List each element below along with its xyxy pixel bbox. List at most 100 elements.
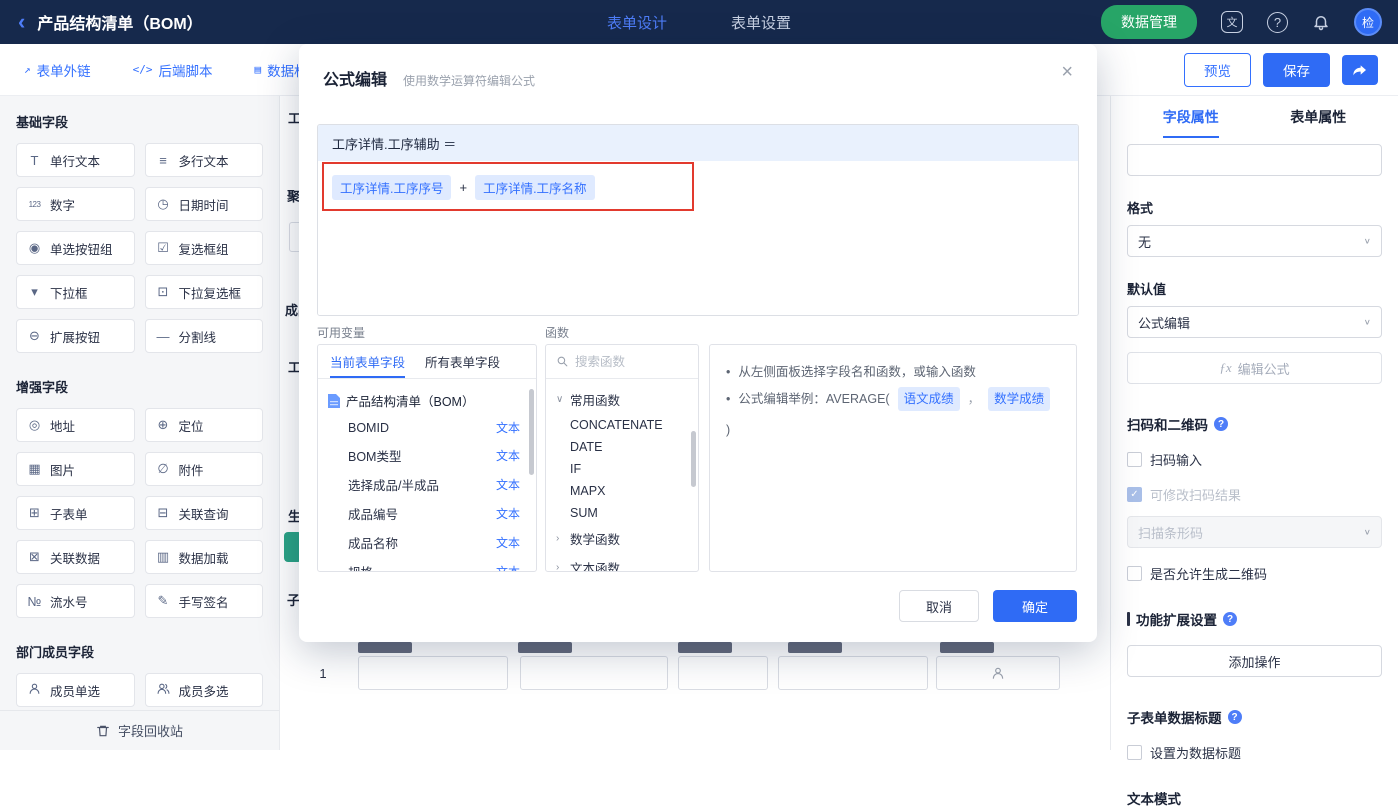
tab-form-settings[interactable]: 表单设置 — [731, 12, 791, 33]
function-group-common[interactable]: ∨ 常用函数 — [546, 385, 698, 414]
sidebar-item-extend-button[interactable]: ⊖ 扩展按钮 — [16, 319, 135, 353]
scrollbar-thumb[interactable] — [529, 389, 534, 475]
help-icon[interactable]: ? — [1227, 710, 1242, 724]
sidebar-item-member-multi[interactable]: 成员多选 — [144, 673, 263, 707]
tree-root-form[interactable]: 产品结构清单（BOM） — [318, 387, 536, 414]
variables-tabs: 当前表单字段 所有表单字段 — [318, 345, 536, 379]
function-item[interactable]: DATE — [546, 436, 698, 458]
formula-tokens: 工序详情.工序序号 + 工序详情.工序名称 — [332, 175, 1064, 200]
formula-operator[interactable]: + — [459, 180, 467, 195]
sidebar-item-radio-group[interactable]: ◉ 单选按钮组 — [16, 231, 135, 265]
function-group-math[interactable]: › 数学函数 — [546, 524, 698, 553]
sidebar-item-multi-select[interactable]: ⊡ 下拉复选框 — [144, 275, 263, 309]
subform-cell-input[interactable] — [358, 656, 508, 690]
search-input[interactable] — [575, 354, 675, 369]
pill-button-icon: ⊖ — [29, 328, 40, 343]
subform-cell-input[interactable] — [520, 656, 668, 690]
help-icon[interactable]: ? — [1214, 417, 1228, 431]
function-group-text[interactable]: › 文本函数 — [546, 553, 698, 571]
variable-row[interactable]: 成品名称 文本 — [318, 528, 536, 557]
function-item[interactable]: SUM — [546, 502, 698, 524]
function-item[interactable]: CONCATENATE — [546, 414, 698, 436]
section-title-enhanced-fields: 增强字段 — [16, 380, 69, 395]
sidebar-item-subform[interactable]: ⊞ 子表单 — [16, 496, 135, 530]
variable-name: 选择成品/半成品 — [348, 479, 439, 493]
sidebar-item-member-single[interactable]: 成员单选 — [16, 673, 135, 707]
sidebar-item-datetime[interactable]: ◷ 日期时间 — [144, 187, 263, 221]
field-label: 数字 — [50, 198, 76, 213]
help-icon[interactable]: ? — [1267, 11, 1288, 33]
preview-button[interactable]: 预览 — [1184, 52, 1251, 87]
field-title-input[interactable] — [1127, 144, 1382, 176]
tab-form-properties[interactable]: 表单属性 — [1290, 96, 1346, 138]
variable-row[interactable]: 规格 文本 — [318, 557, 536, 571]
cancel-button[interactable]: 取消 — [899, 590, 979, 622]
sidebar-item-attachment[interactable]: ∅ 附件 — [144, 452, 263, 486]
bell-icon[interactable] — [1312, 13, 1330, 31]
dropdown-icon: ▾ — [31, 284, 38, 299]
formula-chip[interactable]: 工序详情.工序名称 — [475, 175, 595, 200]
tab-form-design[interactable]: 表单设计 — [607, 12, 667, 33]
sidebar-item-location[interactable]: ⊕ 定位 — [144, 408, 263, 442]
modal-header: 公式编辑 使用数学运算符编辑公式 — [299, 44, 1097, 90]
language-icon[interactable]: 文 — [1221, 11, 1243, 33]
function-search — [546, 345, 698, 379]
variable-row[interactable]: 选择成品/半成品 文本 — [318, 470, 536, 499]
scan-title-text: 扫码和二维码 — [1127, 418, 1208, 433]
sidebar-item-multi-line-text[interactable]: ≡ 多行文本 — [144, 143, 263, 177]
confirm-button[interactable]: 确定 — [993, 590, 1077, 622]
backend-script-link[interactable]: </> 后端脚本 — [133, 60, 213, 80]
formula-chip[interactable]: 工序详情.工序序号 — [332, 175, 452, 200]
sidebar-item-number[interactable]: 123 数字 — [16, 187, 135, 221]
avatar[interactable]: 检 — [1354, 8, 1382, 36]
format-select[interactable]: 无 ∨ — [1127, 225, 1382, 257]
extension-title-text: 功能扩展设置 — [1136, 613, 1217, 628]
help-icon[interactable]: ? — [1223, 612, 1237, 626]
sidebar-item-address[interactable]: ◎ 地址 — [16, 408, 135, 442]
field-label: 关联数据 — [50, 551, 101, 566]
form-external-link[interactable]: ↗ 表单外链 — [24, 60, 91, 80]
sidebar-item-related-data[interactable]: ⊠ 关联数据 — [16, 540, 135, 574]
tab-field-properties[interactable]: 字段属性 — [1162, 96, 1219, 138]
tab-current-form-fields[interactable]: 当前表单字段 — [330, 345, 406, 378]
scan-input-checkbox[interactable]: 扫码输入 — [1127, 450, 1382, 469]
crosshair-icon: ⊕ — [157, 417, 169, 432]
variable-row[interactable]: BOM类型 文本 — [318, 441, 536, 470]
sidebar-item-image[interactable]: ▦ 图片 — [16, 452, 135, 486]
subform-icon: ⊞ — [29, 505, 40, 520]
scrollbar-thumb[interactable] — [691, 431, 696, 487]
subform-cell-member[interactable] — [936, 656, 1060, 690]
sidebar-item-data-load[interactable]: ▥ 数据加载 — [144, 540, 263, 574]
set-data-title-checkbox[interactable]: 设置为数据标题 — [1127, 743, 1382, 762]
share-button[interactable] — [1342, 54, 1378, 85]
variable-row[interactable]: 成品编号 文本 — [318, 499, 536, 528]
edit-formula-button[interactable]: ƒx 编辑公式 — [1127, 352, 1382, 384]
table-header-fragment — [678, 642, 732, 653]
sidebar-item-single-line-text[interactable]: T 单行文本 — [16, 143, 135, 177]
default-value-select[interactable]: 公式编辑 ∨ — [1127, 306, 1382, 338]
tab-all-form-fields[interactable]: 所有表单字段 — [425, 345, 500, 378]
chevron-down-icon: ∨ — [1363, 236, 1371, 246]
tree-root-label: 产品结构清单（BOM） — [346, 395, 475, 409]
sidebar-item-lookup[interactable]: ⊟ 关联查询 — [144, 496, 263, 530]
save-button[interactable]: 保存 — [1263, 52, 1330, 87]
formula-editor-area[interactable]: 工序详情.工序序号 + 工序详情.工序名称 — [318, 161, 1078, 315]
function-item[interactable]: IF — [546, 458, 698, 480]
back-icon[interactable]: ‹ — [18, 11, 25, 33]
sidebar-item-serial-number[interactable]: № 流水号 — [16, 584, 135, 618]
subform-cell-input[interactable] — [678, 656, 768, 690]
sidebar-item-checkbox-group[interactable]: ☑ 复选框组 — [144, 231, 263, 265]
function-item[interactable]: MAPX — [546, 480, 698, 502]
subform-cell-input[interactable] — [778, 656, 928, 690]
variable-row[interactable]: BOMID 文本 — [318, 414, 536, 441]
close-icon[interactable]: × — [1061, 62, 1073, 82]
field-recycle-bin[interactable]: 字段回收站 — [0, 710, 279, 750]
checkbox-label: 可修改扫码结果 — [1150, 488, 1242, 503]
toolbar-links: ↗ 表单外链 </> 后端脚本 ▤ 数据权 — [0, 60, 308, 80]
add-action-button[interactable]: 添加操作 — [1127, 645, 1382, 677]
allow-qr-checkbox[interactable]: 是否允许生成二维码 — [1127, 564, 1382, 583]
data-manage-button[interactable]: 数据管理 — [1101, 5, 1197, 39]
sidebar-item-select[interactable]: ▾ 下拉框 — [16, 275, 135, 309]
sidebar-item-signature[interactable]: ✎ 手写签名 — [144, 584, 263, 618]
sidebar-item-divider[interactable]: — 分割线 — [144, 319, 263, 353]
